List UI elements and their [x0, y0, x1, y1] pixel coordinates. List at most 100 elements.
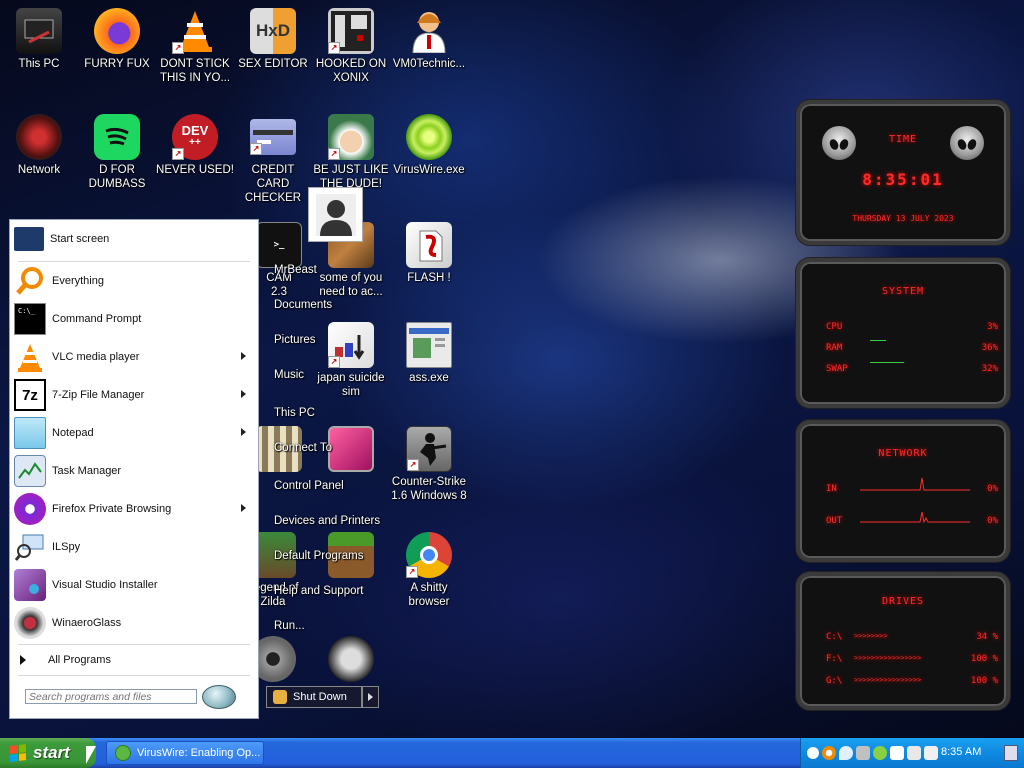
arrow-right-icon [368, 693, 373, 701]
start-right-item-run[interactable]: Run... [274, 620, 305, 632]
desktop-icon-a-shitty-browser[interactable]: ↗ A shitty browser [390, 532, 468, 609]
all-programs-button[interactable]: All Programs [20, 650, 250, 670]
vlc-cone-icon [14, 341, 46, 373]
desktop-icon-dont-stick[interactable]: ↗ DONT STICK THIS IN YO... [156, 8, 234, 85]
start-button[interactable]: start [0, 738, 96, 768]
start-label: start [33, 743, 70, 762]
counter-strike-icon: ↗ [406, 426, 452, 472]
start-right-item-pictures[interactable]: Pictures [274, 334, 316, 346]
gadget-system-row-cpu: CPU 3% [826, 322, 998, 332]
start-right-item-connect-to[interactable]: Connect To [274, 442, 332, 454]
credit-card-icon: ↗ [250, 119, 296, 155]
alien-head-icon [950, 126, 984, 160]
desktop-icon-label: D FOR DUMBASS [88, 164, 146, 190]
desktop-icon-network[interactable]: Network [0, 114, 78, 177]
tray-network-icon[interactable] [907, 746, 921, 760]
gadget-time-title: TIME [888, 134, 918, 145]
desktop-icon-ass-exe[interactable]: ass.exe [390, 322, 468, 385]
gadget-network-title: NETWORK [878, 448, 928, 459]
tray-volume-icon[interactable] [924, 746, 938, 760]
gadget-network-panel: NETWORK IN 0% OUT 0% [796, 420, 1010, 562]
start-menu-item-winaeroglass[interactable]: WinaeroGlass [10, 605, 258, 641]
gadget-drive-value: 100 % [970, 676, 998, 686]
start-right-item-this-pc[interactable]: This PC [274, 407, 315, 419]
shortcut-arrow-icon: ↗ [406, 566, 418, 578]
start-right-item-control-panel[interactable]: Control Panel [274, 480, 344, 492]
gadget-network-value: 0% [987, 516, 998, 526]
desktop-icon-credit-card-checker[interactable]: ↗ CREDIT CARD CHECKER [234, 114, 312, 205]
start-menu-item-7zip[interactable]: 7z 7-Zip File Manager [10, 377, 258, 413]
desktop-icon-hooked-on-xonix[interactable]: ↗ HOOKED ON XONIX [312, 8, 390, 85]
desktop-icon-vm0technic[interactable]: VM0Technic... [390, 8, 468, 71]
desktop-icon-japan-suicide-sim[interactable]: ↗ japan suicide sim [312, 322, 390, 399]
magnifier-icon [14, 265, 46, 297]
tray-alien-icon[interactable] [873, 746, 887, 760]
shortcut-arrow-icon: ↗ [328, 148, 340, 160]
taskbar-item-viruswire[interactable]: VirusWire: Enabling Op... [106, 741, 264, 765]
tray-search-icon[interactable] [822, 746, 836, 760]
submenu-arrow-icon [241, 390, 246, 398]
tray-flag-icon[interactable] [890, 746, 904, 760]
search-orb-icon[interactable] [202, 685, 236, 709]
search-programs-input[interactable] [25, 689, 197, 704]
gadget-drive-value: 100 % [970, 654, 998, 664]
gadget-time-date: THURSDAY 13 JULY 2023 [852, 214, 954, 223]
start-right-item-documents[interactable]: Documents [274, 299, 332, 311]
desktop-icon-sex-editor[interactable]: HxD SEX EDITOR [234, 8, 312, 71]
user-avatar[interactable] [308, 187, 363, 242]
shutdown-options-button[interactable] [362, 686, 379, 708]
gadget-drives-panel: DRIVES C:\ >>>>>>>> 34 % F:\ >>>>>>>>>>>… [796, 572, 1010, 710]
start-right-item-user[interactable]: MrBeast [274, 264, 317, 276]
ilspy-icon [14, 531, 46, 563]
tray-expand-icon[interactable] [807, 747, 819, 759]
desktop-icon-label: Network [17, 164, 61, 176]
gadget-system-label: CPU [826, 322, 843, 332]
shutdown-label: Shut Down [293, 691, 347, 703]
desktop-icon-skull[interactable] [312, 636, 390, 685]
desktop-icon-never-used[interactable]: DEV ++ ↗ NEVER USED! [156, 114, 234, 177]
tray-drop-icon[interactable] [839, 746, 853, 760]
start-menu-item-firefox-private[interactable]: Firefox Private Browsing [10, 491, 258, 527]
start-menu-separator [18, 644, 250, 645]
desktop-icon-label: Counter-Strike 1.6 Windows 8 [391, 476, 467, 502]
taskbar-clock[interactable]: 8:35 AM [941, 746, 981, 758]
start-menu-item-label: WinaeroGlass [52, 617, 122, 629]
start-menu-item-task-manager[interactable]: Task Manager [10, 453, 258, 489]
gadget-system-title: SYSTEM [881, 286, 925, 297]
shutdown-button[interactable]: Shut Down [266, 686, 362, 708]
installer-icon: ↗ [328, 322, 374, 368]
start-menu-item-start-screen[interactable]: Start screen [10, 221, 258, 257]
start-right-item-devices-and-printers[interactable]: Devices and Printers [274, 515, 380, 527]
show-desktop-icon[interactable] [1004, 745, 1018, 761]
start-menu-item-label: Notepad [52, 427, 94, 439]
desktop-icon-be-just-like-the-dude[interactable]: ↗ BE JUST LIKE THE DUDE! [312, 114, 390, 191]
desktop-icon-label: SEX EDITOR [238, 58, 308, 70]
desktop-icon-counter-strike[interactable]: ↗ Counter-Strike 1.6 Windows 8 [390, 426, 468, 503]
all-programs-label: All Programs [48, 654, 111, 666]
start-menu-item-ilspy[interactable]: ILSpy [10, 529, 258, 565]
start-menu-item-label: ILSpy [52, 541, 81, 553]
hxd-icon: HxD [250, 8, 296, 54]
start-right-item-help-and-support[interactable]: Help and Support [274, 585, 364, 597]
gadget-drive-bar: >>>>>>>>>>>>>>>> [854, 676, 922, 684]
start-right-item-music[interactable]: Music [274, 369, 304, 381]
shortcut-arrow-icon: ↗ [250, 143, 262, 155]
desktop-icon-viruswire[interactable]: VirusWire.exe [390, 114, 468, 177]
tray-settings-icon[interactable] [856, 746, 870, 760]
gadget-time-clock: 8:35:01 [862, 170, 944, 189]
partial-label-ver: 2.3 [271, 286, 287, 298]
gadget-network-value: 0% [987, 484, 998, 494]
start-menu-item-visual-studio-installer[interactable]: Visual Studio Installer [10, 567, 258, 603]
desktop-icon-d-for-dumbass[interactable]: D FOR DUMBASS [78, 114, 156, 191]
desktop-icon-furry-fux[interactable]: FURRY FUX [78, 8, 156, 71]
start-menu-item-everything[interactable]: Everything [10, 263, 258, 299]
start-menu-item-notepad[interactable]: Notepad [10, 415, 258, 451]
start-right-item-default-programs[interactable]: Default Programs [274, 550, 363, 562]
start-menu-item-vlc[interactable]: VLC media player [10, 339, 258, 375]
desktop-icon-label: NEVER USED! [156, 164, 234, 176]
start-menu-item-command-prompt[interactable]: C:\_ Command Prompt [10, 301, 258, 337]
desktop-icon-this-pc[interactable]: This PC [0, 8, 78, 71]
desktop-icon-flash[interactable]: FLASH ! [390, 222, 468, 285]
gadget-drives-row-g: G:\ >>>>>>>>>>>>>>>> 100 % [826, 676, 998, 686]
gadget-network-label: OUT [826, 516, 843, 526]
